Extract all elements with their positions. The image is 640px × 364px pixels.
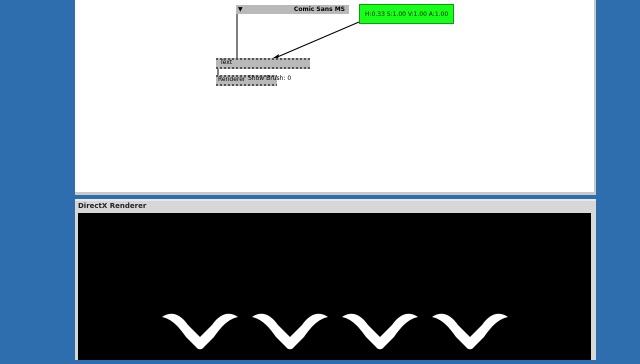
font-name-value: Comic Sans MS	[293, 6, 345, 13]
text-node-input-pins	[216, 58, 310, 60]
glyph-v-3	[342, 313, 418, 350]
color-values-text: H:0.33 S:1.00 V:1.00 A:1.00	[365, 11, 449, 18]
rendered-text	[162, 313, 508, 350]
show-brush-label: Show Brush: 0	[248, 75, 292, 82]
renderer-node-label: Renderer	[218, 76, 246, 83]
glyph-v-4	[432, 313, 508, 350]
text-node-label: Text	[220, 59, 233, 66]
render-surface[interactable]	[78, 213, 591, 360]
renderer-node-output-pins	[216, 84, 277, 86]
patch-links	[217, 14, 360, 75]
renderer-title-bar[interactable]: DirectX Renderer	[75, 199, 596, 212]
glyph-v-2	[252, 313, 328, 350]
glyph-v-1	[162, 313, 238, 350]
text-node-output-pins	[216, 67, 310, 69]
rendered-glyphs	[162, 313, 508, 350]
font-node[interactable]: ▼ Comic Sans MS	[236, 5, 349, 14]
link-color-to-text	[274, 21, 360, 59]
patch-editor-window[interactable]: ▼ Comic Sans MS H:0.33 S:1.00 V:1.00 A:1…	[75, 0, 596, 195]
color-node[interactable]: H:0.33 S:1.00 V:1.00 A:1.00	[359, 4, 454, 24]
dropdown-arrow-icon[interactable]: ▼	[238, 5, 243, 14]
directx-renderer-window[interactable]: DirectX Renderer	[75, 199, 596, 360]
text-node[interactable]: Text	[216, 58, 310, 69]
